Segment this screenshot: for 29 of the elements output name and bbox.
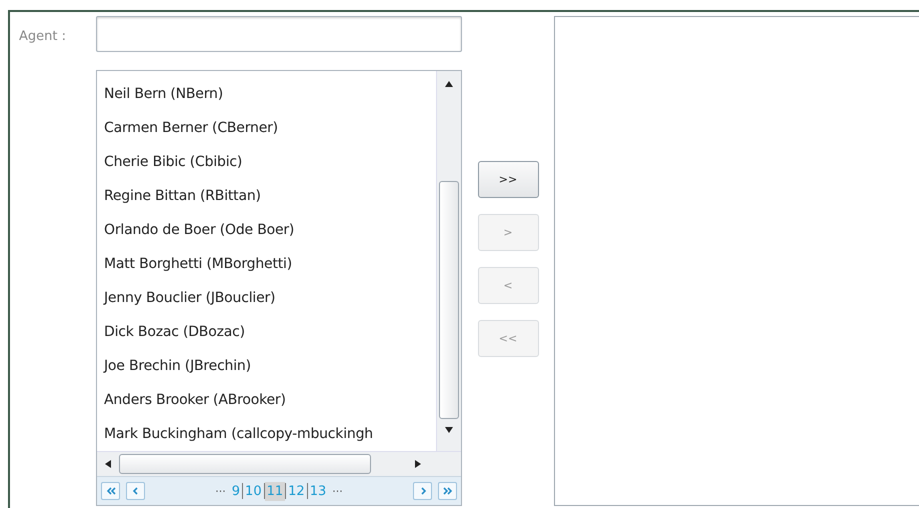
last-page-button[interactable] [438,482,457,500]
list-item[interactable]: Carmen Berner (CBerner) [104,111,436,145]
scroll-down-icon[interactable] [445,427,453,433]
scrollbar-thumb[interactable] [439,181,459,419]
list-item[interactable]: Neil Bern (NBern) [104,77,436,111]
scrollbar-thumb[interactable] [119,454,371,474]
chevron-icon [130,487,140,495]
ellipsis-text: ··· [215,484,226,498]
scroll-right-icon[interactable] [415,460,421,468]
scroll-left-icon[interactable] [105,460,111,468]
agent-input-field[interactable] [96,16,462,52]
list-item[interactable]: Jenny Bouclier (JBouclier) [104,281,436,315]
transfer-button[interactable]: >> [478,161,538,198]
double-chevron-icon [442,487,452,495]
list-item[interactable]: Orlando de Boer (Ode Boer) [104,213,436,247]
list-item[interactable]: Joe Brechin (JBrechin) [104,349,436,383]
list-item[interactable]: Mark Buckingham (callcopy-mbuckingh [104,417,436,451]
list-item[interactable]: Cherie Bibic (Cbibic) [104,145,436,179]
ellipsis-text: ··· [332,484,343,498]
previous-page-button[interactable] [126,482,145,500]
agent-label: Agent : [19,29,66,44]
next-page-button[interactable] [413,482,432,500]
list-item[interactable]: Anders Brooker (ABrooker) [104,383,436,417]
double-chevron-icon [106,487,116,495]
list-item[interactable]: Regine Bittan (RBittan) [104,179,436,213]
list-item[interactable]: Matt Borghetti (MBorghetti) [104,247,436,281]
scroll-up-icon[interactable] [445,81,453,87]
list-item[interactable]: Dick Bozac (DBozac) [104,315,436,349]
first-page-button[interactable] [101,482,120,500]
